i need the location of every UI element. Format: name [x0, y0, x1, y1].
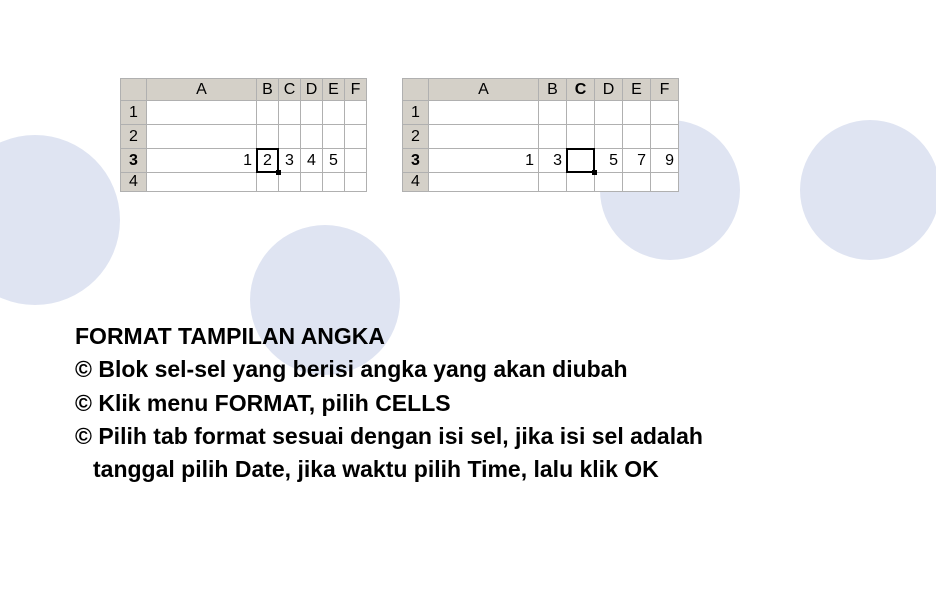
cell [429, 101, 539, 125]
cell [651, 173, 679, 192]
row-header: 4 [403, 173, 429, 192]
cell [257, 173, 279, 192]
cell [301, 173, 323, 192]
cell [301, 101, 323, 125]
step-2: Klik menu FORMAT, pilih CELLS [75, 387, 703, 420]
cell [345, 101, 367, 125]
cell [539, 173, 567, 192]
cell [567, 101, 595, 125]
cell [623, 101, 651, 125]
selected-cell-c3 [567, 149, 595, 173]
cell-b3: 3 [539, 149, 567, 173]
cell [301, 125, 323, 149]
col-header-f: F [651, 79, 679, 101]
step-3-cont: tanggal pilih Date, jika waktu pilih Tim… [75, 453, 703, 486]
col-header-c: C [279, 79, 301, 101]
col-header-d: D [595, 79, 623, 101]
row-header: 4 [121, 173, 147, 192]
row-header: 3 [121, 149, 147, 173]
cell [567, 125, 595, 149]
cell [345, 125, 367, 149]
cell [539, 101, 567, 125]
cell [595, 101, 623, 125]
decorative-circle [0, 135, 120, 305]
cell [345, 173, 367, 192]
cell [147, 173, 257, 192]
corner-cell [403, 79, 429, 101]
cell [567, 173, 595, 192]
cell [323, 101, 345, 125]
cell-c3: 3 [279, 149, 301, 173]
step-1: Blok sel-sel yang berisi angka yang akan… [75, 353, 703, 386]
decorative-circle [800, 120, 936, 260]
col-header-f: F [345, 79, 367, 101]
col-header-a: A [147, 79, 257, 101]
row-header: 1 [403, 101, 429, 125]
cell-e3: 9 [651, 149, 679, 173]
instructions-text: FORMAT TAMPILAN ANGKA Blok sel-sel yang … [75, 320, 703, 487]
row-header: 1 [121, 101, 147, 125]
title: FORMAT TAMPILAN ANGKA [75, 320, 703, 353]
corner-cell [121, 79, 147, 101]
col-header-b: B [539, 79, 567, 101]
row-header: 2 [121, 125, 147, 149]
cell [429, 173, 539, 192]
col-header-a: A [429, 79, 539, 101]
cell [651, 101, 679, 125]
row-header: 2 [403, 125, 429, 149]
col-header-d: D [301, 79, 323, 101]
cell [279, 101, 301, 125]
row-header: 3 [403, 149, 429, 173]
cell [539, 125, 567, 149]
cell [623, 173, 651, 192]
cell [279, 125, 301, 149]
cell [323, 125, 345, 149]
cell [595, 173, 623, 192]
cell [147, 125, 257, 149]
cell-a3: 1 [429, 149, 539, 173]
cell [651, 125, 679, 149]
cell-d3: 4 [301, 149, 323, 173]
cell [345, 149, 367, 173]
cell-d3: 7 [623, 149, 651, 173]
cell [257, 125, 279, 149]
selected-cell-b3: 2 [257, 149, 279, 173]
cell [623, 125, 651, 149]
spreadsheet-right: A B C D E F 1 2 3 1 3 [402, 78, 679, 192]
col-header-c: C [567, 79, 595, 101]
spreadsheet-illustrations: A B C D E F 1 2 3 1 2 [120, 78, 679, 192]
cell [595, 125, 623, 149]
cell [429, 125, 539, 149]
cell [147, 101, 257, 125]
cell [279, 173, 301, 192]
col-header-b: B [257, 79, 279, 101]
col-header-e: E [323, 79, 345, 101]
cell-a3: 1 [147, 149, 257, 173]
col-header-e: E [623, 79, 651, 101]
cell-c3: 5 [595, 149, 623, 173]
spreadsheet-left: A B C D E F 1 2 3 1 2 [120, 78, 367, 192]
cell [257, 101, 279, 125]
step-3: Pilih tab format sesuai dengan isi sel, … [75, 420, 703, 453]
cell-e3: 5 [323, 149, 345, 173]
cell [323, 173, 345, 192]
